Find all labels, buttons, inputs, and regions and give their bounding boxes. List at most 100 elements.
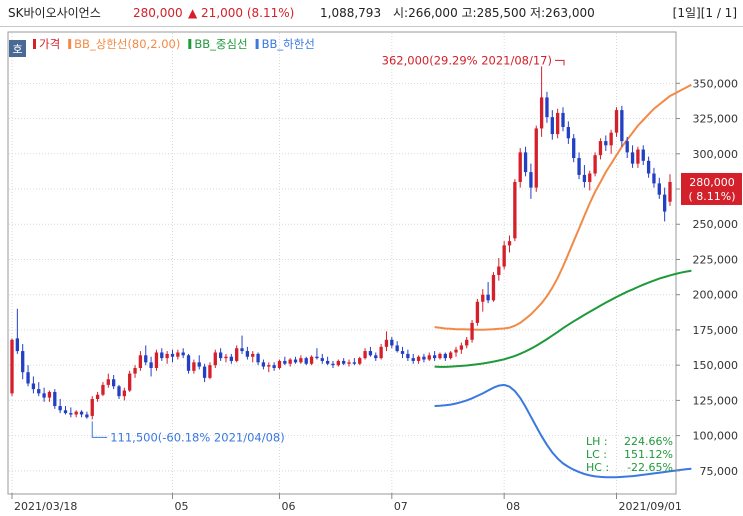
- candle-body: [47, 391, 52, 398]
- candle-body: [128, 373, 132, 391]
- legend: 가격 BB_상한선(80,2.00) BB_중심선 BB_하한선: [33, 37, 315, 51]
- y-tick-label: 225,000: [693, 253, 739, 266]
- candle-body: [502, 245, 506, 267]
- candle-body: [443, 353, 447, 359]
- candle-body: [561, 112, 565, 128]
- candle-body: [117, 386, 121, 397]
- candle: [513, 179, 517, 242]
- candle: [154, 349, 159, 371]
- candle-body: [79, 411, 84, 415]
- bb-stat-value: 224.66%: [624, 435, 673, 448]
- stock-header: SK바이오사이언스 280,000 ▲ 21,000 (8.11%) 1,088…: [0, 0, 743, 27]
- y-axis: 75,000 100,000 125,000 150,000 175,000 200,00…: [676, 77, 738, 478]
- y-tick-label: 125,000: [693, 394, 739, 407]
- candle-body: [481, 294, 485, 302]
- candle-body: [192, 362, 196, 371]
- candle-body: [229, 356, 233, 361]
- candle-body: [197, 362, 201, 367]
- candle: [556, 108, 560, 139]
- candle-body: [283, 360, 287, 364]
- candle-body: [545, 97, 549, 118]
- candle-body: [657, 183, 661, 195]
- bb-stat-label: LC :: [586, 448, 607, 461]
- y-tick-label: 150,000: [693, 359, 739, 372]
- candle-body: [518, 152, 522, 182]
- candle-body: [609, 132, 613, 146]
- candle-body: [224, 356, 228, 359]
- y-tick-label: 325,000: [693, 113, 739, 126]
- candle-body: [620, 110, 624, 142]
- x-axis: 2021/03/18 05 06 07 08 2021/09/01: [11, 493, 682, 513]
- chart-window: SK바이오사이언스 280,000 ▲ 21,000 (8.11%) 1,088…: [0, 0, 743, 515]
- x-tick-label: 07: [394, 500, 408, 513]
- candle-body: [507, 241, 512, 246]
- bb-stat-value: 151.12%: [624, 448, 673, 461]
- candle: [620, 105, 624, 147]
- candle-body: [491, 274, 496, 301]
- open-high-low: 시:266,000 고:285,500 저:263,000: [393, 6, 595, 20]
- candle-body: [122, 390, 126, 397]
- candle-body: [368, 351, 373, 356]
- candle: [518, 148, 522, 188]
- corner-badge[interactable]: 호: [12, 43, 22, 56]
- candle-body: [598, 141, 603, 156]
- candle-body: [539, 97, 544, 129]
- candle-body: [641, 149, 645, 161]
- candle-body: [374, 355, 378, 359]
- candle-body: [384, 339, 389, 347]
- candle-body: [69, 413, 73, 415]
- candle-body: [406, 353, 410, 359]
- candle-body: [550, 117, 554, 135]
- candle-body: [363, 351, 367, 359]
- candle-body: [422, 356, 426, 360]
- candle-body: [358, 358, 362, 364]
- candle-body: [261, 362, 266, 367]
- period-pager[interactable]: [1일][1 / 1]: [673, 0, 737, 26]
- candle-body: [331, 363, 335, 366]
- bb-stat-label: LH :: [586, 435, 608, 448]
- candle-body: [165, 353, 169, 359]
- candle-body: [459, 345, 464, 350]
- candle-body: [342, 360, 346, 364]
- candle-body: [604, 141, 608, 146]
- candle-body: [299, 358, 303, 363]
- candle-body: [454, 349, 458, 353]
- y-tick-label: 350,000: [693, 77, 739, 90]
- candle-body: [577, 158, 581, 175]
- low-annotation-text: 111,500(-60.18% 2021/04/08): [110, 430, 284, 444]
- trade-volume: 1,088,793: [320, 6, 382, 20]
- candle-body: [556, 112, 560, 135]
- legend-label: 가격: [39, 37, 60, 51]
- candle-body: [106, 379, 110, 385]
- candle: [572, 134, 576, 163]
- candle: [309, 355, 314, 366]
- x-tick-label: 2021/03/18: [14, 500, 77, 513]
- candle-body: [513, 181, 517, 239]
- candle-body: [449, 352, 453, 359]
- price-chart[interactable]: 75,000 100,000 125,000 150,000 175,000 200,00…: [0, 27, 743, 516]
- candle-body: [267, 365, 271, 367]
- candle-body: [486, 294, 490, 301]
- legend-swatch: [33, 39, 36, 49]
- candle: [10, 338, 14, 397]
- candle-body: [293, 359, 298, 363]
- candle-body: [432, 355, 437, 359]
- legend-swatch: [188, 39, 192, 49]
- candle-body: [630, 152, 635, 164]
- candle-body: [15, 338, 20, 352]
- candle-body: [288, 359, 292, 364]
- candle-body: [42, 393, 46, 398]
- candle: [53, 389, 57, 409]
- candle-body: [245, 351, 250, 357]
- y-tick-label: 200,000: [693, 289, 739, 302]
- price-tag-value: 280,000: [689, 176, 735, 189]
- y-tick-label: 175,000: [693, 324, 739, 337]
- candle-body: [411, 358, 415, 361]
- candle-body: [438, 353, 442, 359]
- candle-body: [176, 352, 180, 357]
- candle-body: [395, 345, 399, 352]
- candle-body: [186, 355, 191, 371]
- candle-body: [208, 365, 212, 378]
- current-price-tag: 280,000 ( 8.11%): [681, 172, 742, 205]
- candle-body: [154, 352, 159, 368]
